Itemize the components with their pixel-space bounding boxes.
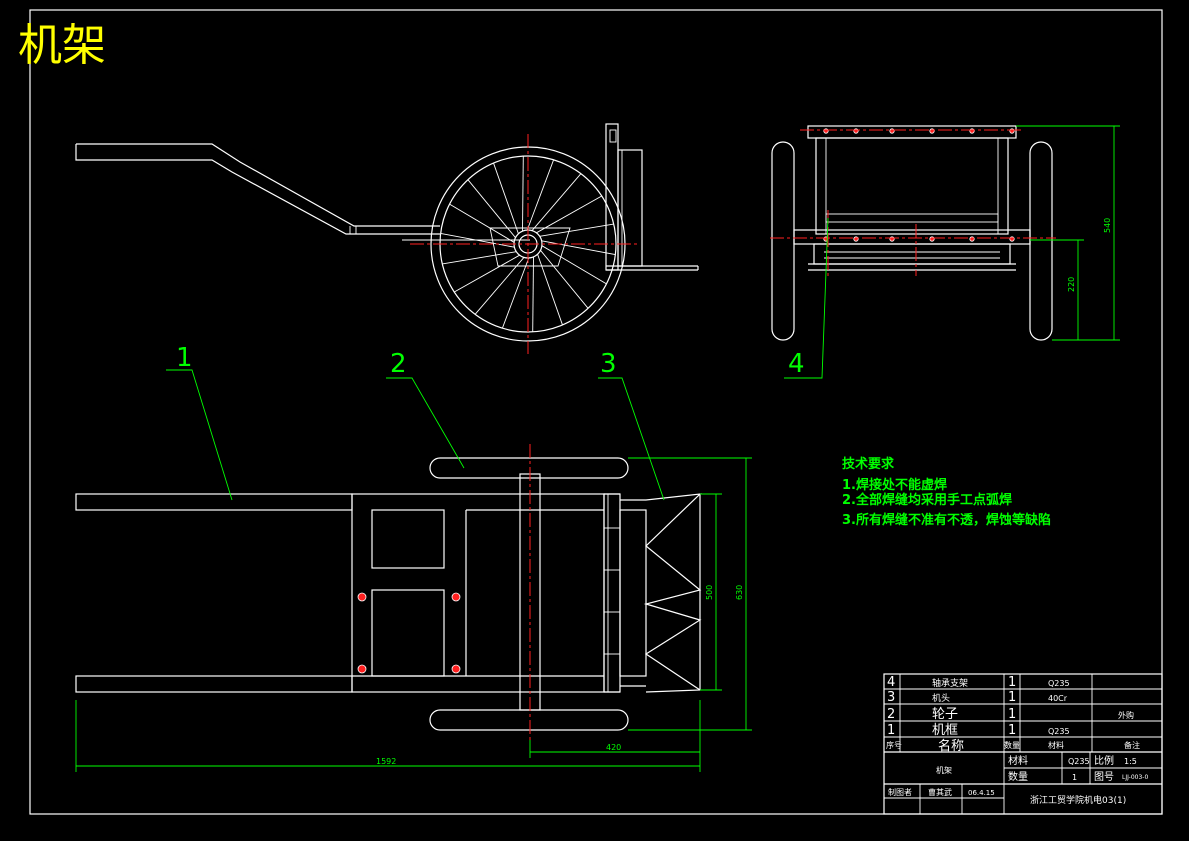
dim-side-height: 540 bbox=[1103, 218, 1112, 233]
title-block: 4 轴承支架 1 Q235 3 机头 1 40Cr 2 轮子 1 外购 1 机框 1 Q235 序号 名称 数… bbox=[883, 673, 1163, 815]
callout-1: 1 bbox=[176, 343, 193, 373]
bolt-hole bbox=[889, 236, 895, 242]
bolt-hole bbox=[853, 236, 859, 242]
drawn-name: 曹其武 bbox=[928, 787, 952, 797]
dim-inner-width: 500 bbox=[705, 585, 714, 600]
bom-name: 机框 bbox=[932, 723, 958, 738]
bom-qty: 1 bbox=[1008, 723, 1016, 738]
drawing-no-label: 图号 bbox=[1094, 771, 1114, 783]
tech-note-item: 1.焊接处不能虚焊 bbox=[842, 477, 947, 493]
callout-2: 2 bbox=[390, 349, 407, 379]
bom-no: 4 bbox=[887, 675, 895, 690]
school-name: 浙江工贸学院机电03(1) bbox=[1030, 794, 1126, 806]
qty-label: 数量 bbox=[1008, 770, 1028, 783]
cad-drawing: 机架 540 220 4 500 630 420 1592 1 2 3 技术要求… bbox=[18, 9, 1163, 815]
bom-name: 轮子 bbox=[932, 707, 958, 722]
drawing-no-value: LJJ-003-0 bbox=[1122, 774, 1148, 781]
bom-header-no: 序号 bbox=[886, 740, 902, 750]
dim-outer-width: 630 bbox=[735, 585, 744, 600]
drawn-date: 06.4.15 bbox=[968, 789, 995, 797]
bolt-hole bbox=[823, 128, 829, 134]
bolt-hole bbox=[969, 236, 975, 242]
wheel-spoke bbox=[532, 256, 534, 332]
bom-no: 3 bbox=[887, 690, 895, 705]
callout-4: 4 bbox=[788, 349, 805, 379]
side-view bbox=[75, 123, 699, 354]
wheel-spoke bbox=[501, 257, 530, 329]
tech-note-item: 3.所有焊缝不准有不透，焊蚀等缺陷 bbox=[842, 512, 1051, 528]
bom-note: 外购 bbox=[1118, 710, 1134, 720]
wheel-spoke bbox=[526, 159, 555, 231]
wheel-spoke bbox=[522, 156, 524, 232]
scale-value: 1:5 bbox=[1124, 757, 1137, 766]
tech-notes: 技术要求 1.焊接处不能虚焊 2.全部焊缝均采用手工点弧焊 3.所有焊缝不准有不… bbox=[842, 456, 1051, 528]
callout-3: 3 bbox=[600, 349, 617, 379]
part-name: 机架 bbox=[936, 765, 952, 775]
bom-qty: 1 bbox=[1008, 690, 1016, 705]
bom-header-material: 材料 bbox=[1048, 740, 1064, 750]
wheel-spoke bbox=[442, 251, 517, 265]
wheel-spoke bbox=[539, 223, 614, 237]
tech-note-item: 2.全部焊缝均采用手工点弧焊 bbox=[842, 492, 1012, 508]
bom-material: Q235 bbox=[1048, 679, 1070, 688]
bom-no: 1 bbox=[887, 723, 895, 738]
bolt-hole bbox=[1009, 236, 1015, 242]
bom-qty: 1 bbox=[1008, 707, 1016, 722]
material-label: 材料 bbox=[1008, 754, 1028, 767]
plan-view: 500 630 420 1592 1 2 3 bbox=[75, 343, 752, 772]
wheel-spoke bbox=[493, 162, 519, 234]
bom-qty: 1 bbox=[1008, 675, 1016, 690]
bom-material: 40Cr bbox=[1048, 694, 1068, 703]
bom-header-name: 名称 bbox=[938, 738, 964, 754]
drawn-label: 制图者 bbox=[888, 787, 912, 797]
bom-name: 机头 bbox=[932, 692, 950, 704]
drawing-title: 机架 bbox=[18, 20, 106, 71]
tech-notes-heading: 技术要求 bbox=[842, 456, 895, 472]
dim-total-length: 1592 bbox=[376, 757, 396, 766]
bom-material: Q235 bbox=[1048, 727, 1070, 736]
bolt-hole bbox=[889, 128, 895, 134]
bom-header-qty: 数量 bbox=[1004, 740, 1020, 750]
bom-name: 轴承支架 bbox=[932, 677, 968, 689]
bolt-hole bbox=[853, 128, 859, 134]
scale-label: 比例 bbox=[1094, 754, 1114, 767]
wheel-spoke bbox=[531, 173, 582, 231]
dim-front-length: 420 bbox=[606, 743, 621, 752]
bom-header-note: 备注 bbox=[1124, 740, 1140, 750]
bolt-hole bbox=[969, 128, 975, 134]
bolt-hole bbox=[929, 236, 935, 242]
qty-value: 1 bbox=[1072, 773, 1077, 782]
front-view: 540 220 4 bbox=[770, 125, 1120, 379]
bolt-hole bbox=[1009, 128, 1015, 134]
bolt-hole bbox=[929, 128, 935, 134]
material-value: Q235 bbox=[1068, 757, 1090, 766]
dim-axle-height: 220 bbox=[1067, 277, 1076, 292]
bom-no: 2 bbox=[887, 707, 895, 722]
drawing-frame bbox=[29, 9, 1163, 815]
